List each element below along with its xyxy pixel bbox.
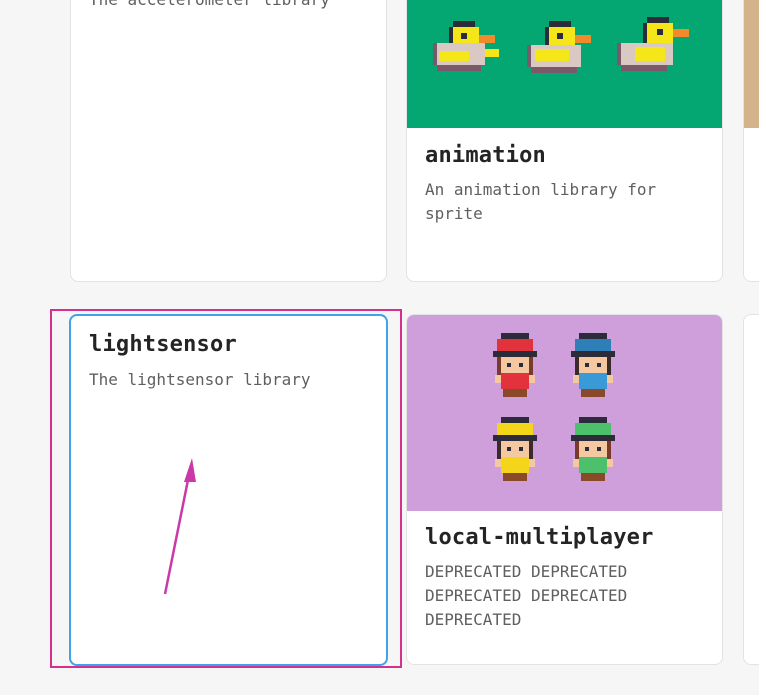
card-local-multiplayer-description: DEPRECATED DEPRECATED DEPRECATED DEPRECA… xyxy=(425,562,637,629)
character-sprite xyxy=(571,333,615,397)
card-peek-top-right-thumbnail xyxy=(744,0,759,128)
card-accelerometer-description: The accelerometer library xyxy=(89,0,372,12)
duck-sprite xyxy=(617,17,689,71)
card-local-multiplayer[interactable]: local-multiplayer DEPRECATED DEPRECATED … xyxy=(406,314,723,665)
card-animation-description: An animation library for sprite xyxy=(425,180,666,223)
card-peek-bottom-right[interactable] xyxy=(743,314,759,665)
card-animation-title: animation xyxy=(425,143,547,168)
card-lightsensor[interactable]: lightsensor The lightsensor library xyxy=(69,314,388,666)
card-animation[interactable]: animation An animation library for sprit… xyxy=(406,0,723,282)
character-sprites-image xyxy=(493,333,615,481)
card-peek-top-right[interactable] xyxy=(743,0,759,282)
character-sprite xyxy=(493,417,537,481)
duck-sprite xyxy=(527,21,591,73)
character-sprite xyxy=(493,333,537,397)
card-local-multiplayer-title: local-multiplayer xyxy=(425,525,654,550)
duck-sprites-image xyxy=(433,17,689,73)
card-animation-thumbnail xyxy=(407,0,722,128)
card-lightsensor-description: The lightsensor library xyxy=(89,370,311,389)
card-local-multiplayer-thumbnail xyxy=(407,315,722,511)
duck-sprite xyxy=(433,21,499,71)
card-lightsensor-title: lightsensor xyxy=(89,332,237,357)
character-sprite xyxy=(571,417,615,481)
card-accelerometer[interactable]: The accelerometer library xyxy=(70,0,387,282)
